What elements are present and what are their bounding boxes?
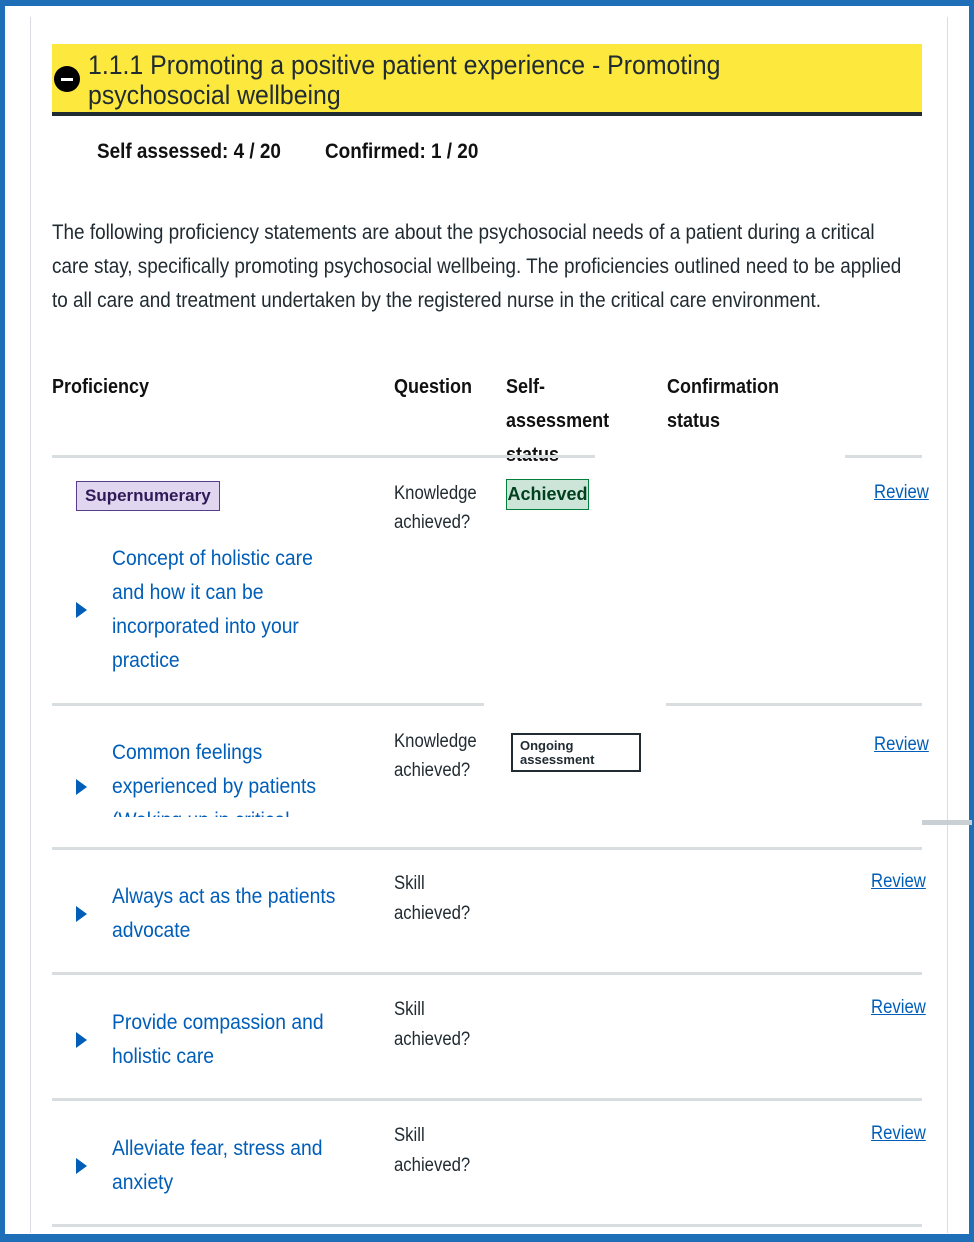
question-label: achieved?: [394, 512, 471, 533]
proficiency-link-clip: Common feelings experienced by patients …: [100, 730, 360, 817]
review-link[interactable]: Review: [871, 1123, 926, 1145]
proficiency-link[interactable]: incorporated into your: [112, 610, 299, 644]
question-label: achieved?: [394, 760, 471, 781]
question-label: achieved?: [394, 903, 471, 924]
proficiency-link[interactable]: experienced by patients: [112, 770, 316, 804]
expand-caret-icon[interactable]: [76, 1158, 87, 1174]
question-type: Skill: [394, 873, 425, 894]
proficiency-link[interactable]: anxiety: [112, 1166, 173, 1200]
question-type: Skill: [394, 999, 425, 1020]
review-link[interactable]: Review: [871, 871, 926, 893]
col-header-confirmation: Confirmation status: [667, 376, 779, 432]
question-type: Skill: [394, 1125, 425, 1146]
self-assessed-count: Self assessed: 4 / 20: [97, 140, 281, 163]
proficiency-link[interactable]: Alleviate fear, stress and: [112, 1132, 322, 1166]
proficiency-link[interactable]: and how it can be: [112, 576, 263, 610]
review-link[interactable]: Review: [871, 997, 926, 1019]
review-link[interactable]: Review: [874, 482, 929, 504]
question-label: achieved?: [394, 1029, 471, 1050]
collapse-icon[interactable]: [54, 66, 80, 92]
expand-caret-icon[interactable]: [76, 779, 87, 795]
row-divider: [52, 703, 484, 706]
expand-caret-icon[interactable]: [76, 1032, 87, 1048]
row-divider: [52, 972, 922, 975]
section-intro: The following proficiency statements are…: [52, 221, 902, 312]
col-header-question: Question: [394, 376, 473, 398]
confirmed-count: Confirmed: 1 / 20: [325, 140, 479, 163]
proficiency-link[interactable]: Common feelings: [112, 736, 262, 770]
proficiency-link[interactable]: holistic care: [112, 1040, 214, 1074]
proficiency-link[interactable]: Always act as the patients: [112, 880, 335, 914]
proficiency-link[interactable]: Provide compassion and: [112, 1006, 324, 1040]
row-divider: [52, 1224, 922, 1227]
expand-caret-icon[interactable]: [76, 906, 87, 922]
question-label: achieved?: [394, 1155, 471, 1176]
achieved-status-tag: Achieved: [506, 479, 589, 510]
question-type: Knowledge: [394, 483, 477, 504]
row-divider: [52, 847, 922, 850]
row-divider: [52, 1098, 922, 1101]
proficiency-link[interactable]: advocate: [112, 914, 190, 948]
proficiency-link[interactable]: Concept of holistic care: [112, 542, 313, 576]
row-divider-gap: [595, 455, 845, 458]
review-link[interactable]: Review: [874, 734, 929, 756]
ongoing-assessment-tag: Ongoing assessment: [511, 733, 641, 772]
question-type: Knowledge: [394, 731, 477, 752]
row-divider: [666, 703, 922, 706]
col-header-proficiency: Proficiency: [52, 376, 150, 398]
section-header[interactable]: 1.1.1 Promoting a positive patient exper…: [52, 44, 922, 116]
section-title: 1.1.1 Promoting a positive patient exper…: [88, 50, 721, 110]
proficiency-link[interactable]: practice: [112, 644, 180, 678]
expand-caret-icon[interactable]: [76, 602, 87, 618]
supernumerary-tag: Supernumerary: [76, 481, 220, 511]
edge-artifact: [922, 820, 972, 825]
proficiency-link[interactable]: (Waking up in critical: [112, 804, 290, 817]
